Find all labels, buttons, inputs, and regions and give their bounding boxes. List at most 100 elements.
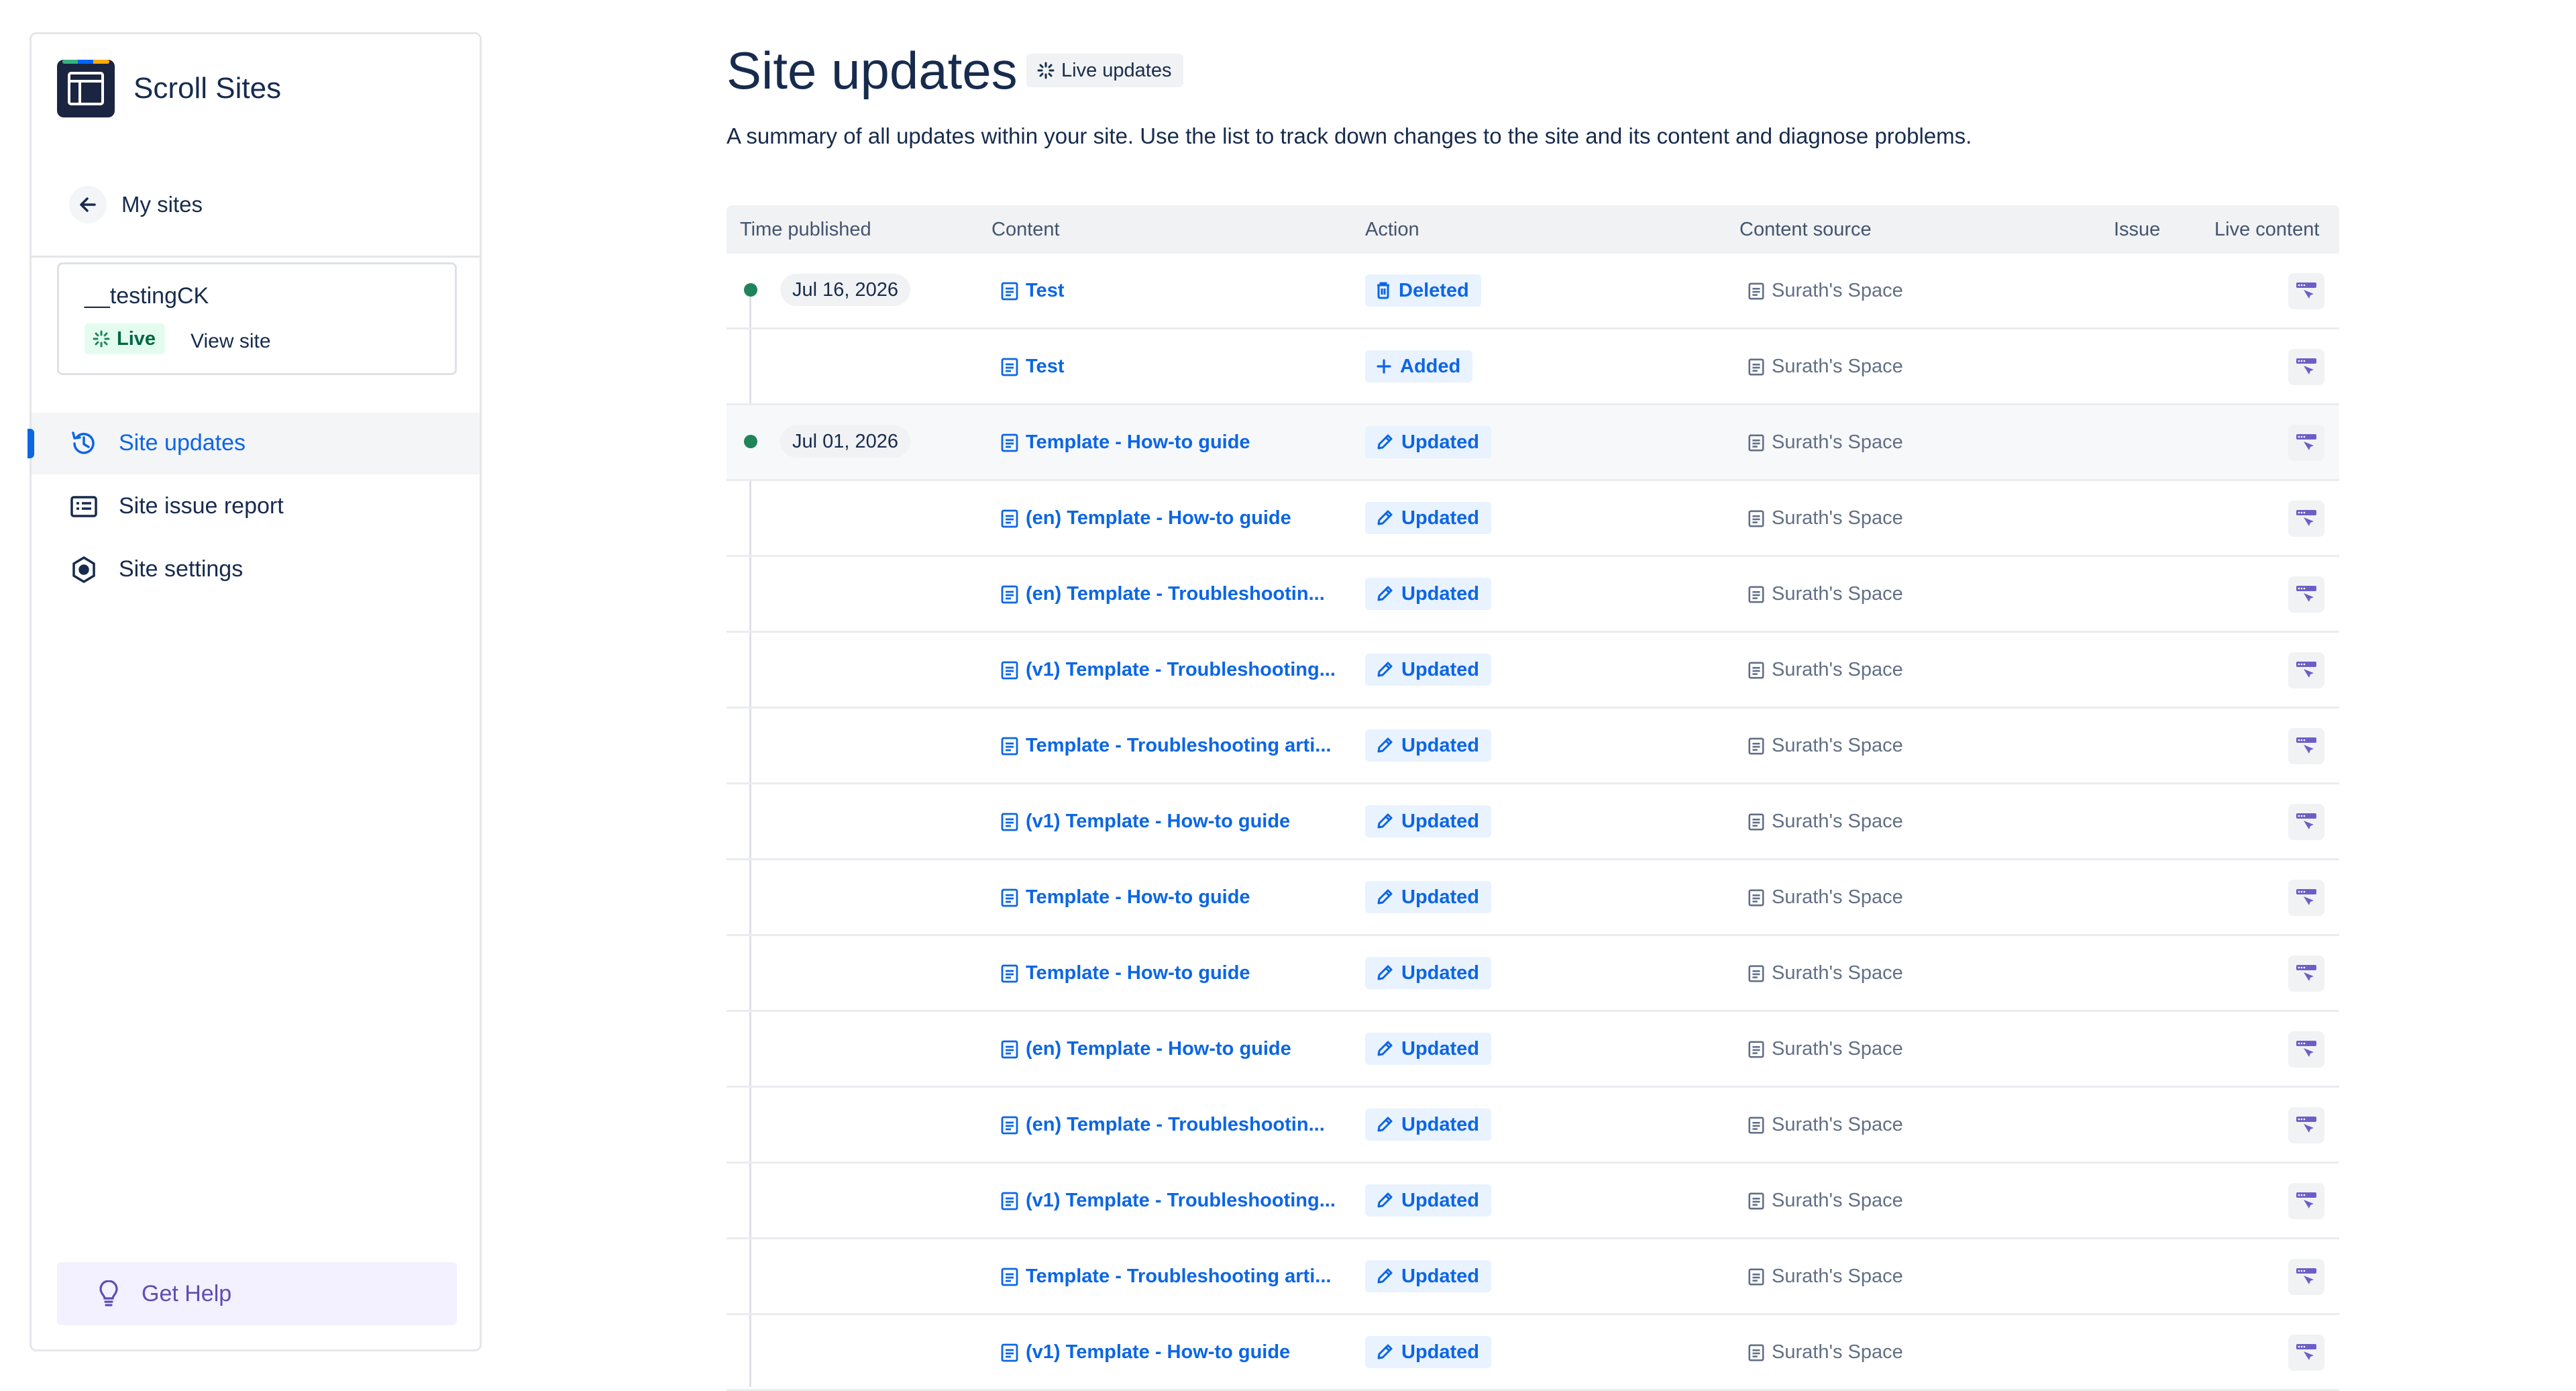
timeline-dot: [744, 435, 757, 448]
live-content-button[interactable]: [2288, 425, 2324, 461]
action-badge: Updated: [1365, 957, 1491, 989]
live-content-button[interactable]: [2288, 1259, 2324, 1295]
get-help-button[interactable]: Get Help: [57, 1262, 457, 1325]
live-content-button[interactable]: [2288, 652, 2324, 688]
pencil-icon: [1376, 1343, 1393, 1361]
action-badge: Updated: [1365, 502, 1491, 534]
content-source: Surath's Space: [1748, 356, 1903, 378]
column-header-issue: Issue: [2114, 219, 2161, 240]
sidebar-item-label: Site issue report: [119, 493, 284, 519]
space-icon: [1748, 1192, 1772, 1210]
live-content-button[interactable]: [2288, 728, 2324, 764]
space-icon: [1748, 1343, 1772, 1362]
action-label: Updated: [1401, 658, 1479, 680]
pencil-icon: [1376, 1040, 1393, 1058]
action-badge: Deleted: [1365, 274, 1481, 307]
action-label: Updated: [1401, 507, 1479, 529]
pencil-icon: [1376, 888, 1393, 906]
content-link[interactable]: Test: [1000, 280, 1064, 302]
page-icon: [1000, 736, 1026, 756]
content-source-label: Surath's Space: [1772, 886, 1903, 908]
content-link[interactable]: Test: [1000, 356, 1064, 378]
table-row: (v1) Template - Troubleshooting... Update…: [727, 633, 2339, 709]
content-title: Template - Troubleshooting arti...: [1026, 1266, 1332, 1287]
live-content-button[interactable]: [2288, 1031, 2324, 1068]
content-source: Surath's Space: [1748, 1341, 1903, 1363]
column-header-live-content: Live content: [2214, 219, 2320, 240]
lightbulb-icon: [99, 1280, 118, 1306]
sidebar-item-site-settings[interactable]: Site settings: [32, 539, 480, 601]
open-live-page-icon: [2295, 281, 2318, 301]
column-header-content: Content: [991, 219, 1060, 240]
action-badge: Updated: [1365, 1260, 1491, 1292]
content-link[interactable]: Template - Troubleshooting arti...: [1000, 1266, 1331, 1288]
table-row: Template - Troubleshooting arti... Update…: [727, 1239, 2339, 1315]
table-row: Template - Troubleshooting arti... Update…: [727, 709, 2339, 784]
live-content-button[interactable]: [2288, 880, 2324, 916]
content-link[interactable]: Template - How-to guide: [1000, 886, 1250, 909]
space-icon: [1748, 813, 1772, 831]
action-label: Updated: [1401, 886, 1479, 908]
live-content-button[interactable]: [2288, 804, 2324, 840]
action-label: Updated: [1401, 1189, 1479, 1211]
pencil-icon: [1376, 433, 1393, 451]
content-link[interactable]: Template - How-to guide: [1000, 431, 1250, 454]
view-site-link[interactable]: View site: [191, 330, 271, 353]
pencil-icon: [1376, 1268, 1393, 1285]
page-description: A summary of all updates within your sit…: [727, 123, 1972, 148]
page-icon: [1000, 888, 1026, 908]
content-link[interactable]: Template - Troubleshooting arti...: [1000, 735, 1331, 757]
live-content-button[interactable]: [2288, 273, 2324, 309]
content-link[interactable]: (en) Template - How-to guide: [1000, 1038, 1291, 1060]
content-source: Surath's Space: [1748, 659, 1903, 681]
page-icon: [1000, 964, 1026, 984]
action-badge: Updated: [1365, 1109, 1491, 1141]
open-live-page-icon: [2295, 1343, 2318, 1363]
content-source-label: Surath's Space: [1772, 583, 1903, 605]
space-icon: [1748, 661, 1772, 680]
action-label: Updated: [1401, 431, 1479, 453]
space-icon: [1748, 282, 1772, 301]
live-content-button[interactable]: [2288, 576, 2324, 613]
live-updates-badge: Live updates: [1026, 54, 1184, 87]
page-icon: [1000, 660, 1026, 680]
sidebar-item-site-updates[interactable]: Site updates: [28, 413, 480, 474]
action-label: Updated: [1401, 810, 1479, 832]
content-source: Surath's Space: [1748, 507, 1903, 529]
live-content-button[interactable]: [2288, 1107, 2324, 1143]
site-card: __testingCK Live View site: [57, 262, 457, 375]
table-row: (en) Template - Troubleshootin... Updated…: [727, 1088, 2339, 1164]
scroll-sites-logo-icon: [57, 60, 115, 117]
content-link[interactable]: (v1) Template - How-to guide: [1000, 1341, 1290, 1363]
action-label: Updated: [1401, 582, 1479, 605]
content-link[interactable]: (v1) Template - Troubleshooting...: [1000, 1190, 1336, 1212]
table-row: Jul 16, 2026 Test Deleted Surath's Space: [727, 254, 2339, 329]
table-row: Jul 01, 2026 Template - How-to guide Updat…: [727, 405, 2339, 481]
content-link[interactable]: (en) Template - Troubleshootin...: [1000, 583, 1325, 605]
live-content-button[interactable]: [2288, 956, 2324, 992]
content-link[interactable]: (v1) Template - Troubleshooting...: [1000, 659, 1336, 681]
content-link[interactable]: (v1) Template - How-to guide: [1000, 811, 1290, 833]
content-link[interactable]: Template - How-to guide: [1000, 962, 1250, 984]
brand[interactable]: Scroll Sites: [57, 60, 281, 117]
content-link[interactable]: (en) Template - How-to guide: [1000, 507, 1291, 529]
live-content-button[interactable]: [2288, 1335, 2324, 1371]
table-row: (en) Template - Troubleshootin... Updated…: [727, 557, 2339, 633]
action-label: Updated: [1401, 962, 1479, 984]
my-sites-link[interactable]: My sites: [69, 186, 203, 223]
trash-icon: [1376, 282, 1391, 299]
table-row: (v1) Template - How-to guide Updated Surat…: [727, 1315, 2339, 1391]
open-live-page-icon: [2295, 660, 2318, 680]
sidebar-item-label: Site updates: [119, 430, 246, 456]
action-badge: Updated: [1365, 729, 1491, 762]
content-link[interactable]: (en) Template - Troubleshootin...: [1000, 1114, 1325, 1136]
content-source-label: Surath's Space: [1772, 962, 1903, 984]
sidebar-item-site-issue-report[interactable]: Site issue report: [32, 476, 480, 537]
space-icon: [1748, 737, 1772, 756]
pencil-icon: [1376, 813, 1393, 830]
live-content-button[interactable]: [2288, 349, 2324, 385]
live-content-button[interactable]: [2288, 501, 2324, 537]
live-status-label: Live: [117, 327, 156, 350]
live-content-button[interactable]: [2288, 1183, 2324, 1219]
content-source-label: Surath's Space: [1772, 1038, 1903, 1060]
